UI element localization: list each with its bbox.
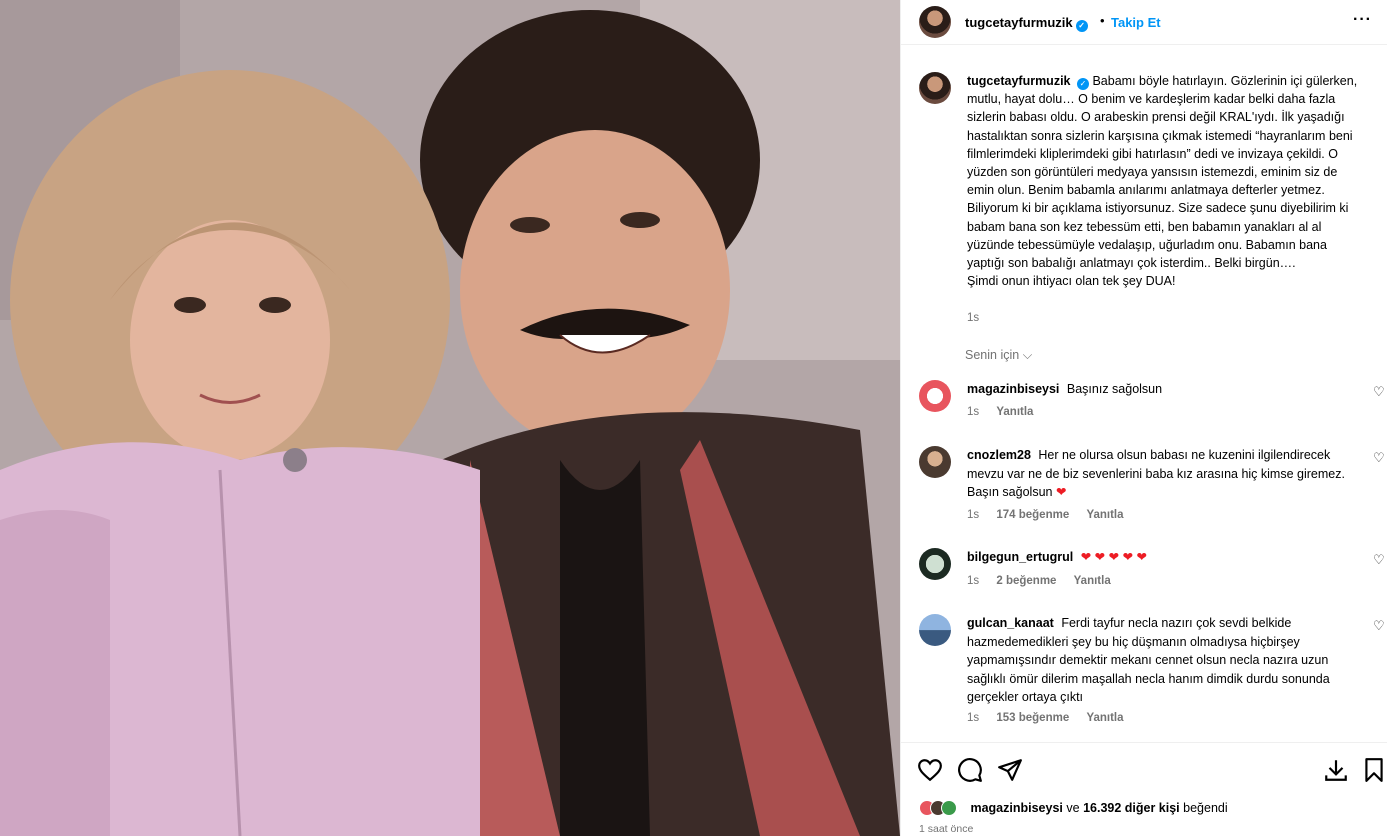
post-timestamp[interactable]: 1 saat önce xyxy=(919,823,973,835)
comment-likes-count[interactable]: 174 beğenme xyxy=(996,509,1069,521)
caption-last-line: Şimdi onun ihtiyacı olan tek şey DUA! xyxy=(967,274,1176,289)
like-heart-icon[interactable] xyxy=(917,757,943,783)
likes-summary[interactable]: magazinbiseysi ve 16.392 diğer kişi beğe… xyxy=(919,800,1228,816)
share-send-icon[interactable] xyxy=(997,757,1023,783)
follow-button[interactable]: Takip Et xyxy=(1111,15,1161,30)
red-heart-icon: ❤ xyxy=(1055,485,1067,499)
separator-dot: • xyxy=(1100,13,1105,28)
caption-username[interactable]: tugcetayfurmuzik xyxy=(967,74,1071,88)
comment-likes-count[interactable]: 2 beğenme xyxy=(996,575,1056,587)
reply-button[interactable]: Yanıtla xyxy=(1086,509,1123,521)
owner-username-text[interactable]: tugcetayfurmuzik xyxy=(965,15,1073,30)
owner-username[interactable]: tugcetayfurmuzik ✓ xyxy=(965,15,1088,32)
save-bookmark-icon[interactable] xyxy=(1361,757,1387,783)
chevron-down-icon: ⌵ xyxy=(1022,348,1033,362)
likes-connector: ve xyxy=(1066,801,1080,815)
caption-time: 1s xyxy=(967,312,980,324)
photo-illustration xyxy=(0,0,900,836)
comment-bubble-icon[interactable] xyxy=(957,757,983,783)
comment-likes-count[interactable]: 153 beğenme xyxy=(996,712,1069,724)
owner-avatar[interactable] xyxy=(919,6,951,38)
comment-filter-label: Senin için xyxy=(965,348,1020,362)
comment-like-heart-icon[interactable]: ♡ xyxy=(1373,618,1385,634)
comment-meta: 1s 174 beğenme Yanıtla xyxy=(967,509,1138,521)
comments-section[interactable]: tugcetayfurmuzik ✓ Babamı böyle hatırlay… xyxy=(901,46,1387,741)
comment-avatar[interactable] xyxy=(919,548,951,580)
comment-meta: 1s Yanıtla xyxy=(967,406,1047,418)
comment-username[interactable]: magazinbiseysi xyxy=(967,382,1059,396)
likes-others-count[interactable]: 16.392 diğer kişi xyxy=(1083,801,1180,815)
verified-badge-icon: ✓ xyxy=(1075,20,1088,32)
verified-badge-icon: ✓ xyxy=(1076,78,1089,90)
reply-button[interactable]: Yanıtla xyxy=(1086,712,1123,724)
comment-text: magazinbiseysi Başınız sağolsun xyxy=(967,380,1367,399)
reply-button[interactable]: Yanıtla xyxy=(996,406,1033,418)
comment-time: 1s xyxy=(967,509,980,521)
comment-username[interactable]: bilgegun_ertugrul xyxy=(967,550,1073,564)
more-options-icon[interactable]: ··· xyxy=(1353,11,1372,29)
comment-username[interactable]: gulcan_kanaat xyxy=(967,616,1054,630)
comment-text: gulcan_kanaat Ferdi tayfur necla nazırı … xyxy=(967,614,1367,707)
caption-avatar[interactable] xyxy=(919,72,951,104)
caption-body: Babamı böyle hatırlayın. Gözlerinin içi … xyxy=(967,74,1358,271)
comment-avatar[interactable] xyxy=(919,614,951,646)
comment-filter-dropdown[interactable]: Senin için ⌵ xyxy=(965,348,1032,363)
comment-username[interactable]: cnozlem28 xyxy=(967,448,1031,462)
liker-avatars xyxy=(919,800,967,816)
post-header: tugcetayfurmuzik ✓ • Takip Et ··· xyxy=(901,0,1387,45)
post-photo[interactable] xyxy=(0,0,900,836)
post-actions: magazinbiseysi ve 16.392 diğer kişi beğe… xyxy=(901,742,1387,836)
comment-meta: 1s 153 beğenme Yanıtla xyxy=(967,712,1138,724)
comment-avatar[interactable] xyxy=(919,446,951,478)
likes-suffix: beğendi xyxy=(1183,801,1228,815)
comment-avatar[interactable] xyxy=(919,380,951,412)
comment-time: 1s xyxy=(967,575,980,587)
comment-like-heart-icon[interactable]: ♡ xyxy=(1373,552,1385,568)
caption-text: tugcetayfurmuzik ✓ Babamı böyle hatırlay… xyxy=(967,72,1367,290)
comment-text: bilgegun_ertugrul ❤ ❤ ❤ ❤ ❤ xyxy=(967,548,1367,567)
likes-first-user[interactable]: magazinbiseysi xyxy=(970,801,1062,815)
post-side-panel: tugcetayfurmuzik ✓ • Takip Et ··· tugceta… xyxy=(900,0,1387,836)
comment-body: Başınız sağolsun xyxy=(1066,382,1163,396)
red-hearts-icon: ❤ ❤ ❤ ❤ ❤ xyxy=(1080,550,1147,564)
comment-time: 1s xyxy=(967,712,980,724)
comment-like-heart-icon[interactable]: ♡ xyxy=(1373,450,1385,466)
reply-button[interactable]: Yanıtla xyxy=(1074,575,1111,587)
comment-time: 1s xyxy=(967,406,980,418)
download-icon[interactable] xyxy=(1323,757,1349,783)
comment-like-heart-icon[interactable]: ♡ xyxy=(1373,384,1385,400)
comment-meta: 1s 2 beğenme Yanıtla xyxy=(967,575,1125,587)
comment-text: cnozlem28 Her ne olursa olsun babası ne … xyxy=(967,446,1367,502)
